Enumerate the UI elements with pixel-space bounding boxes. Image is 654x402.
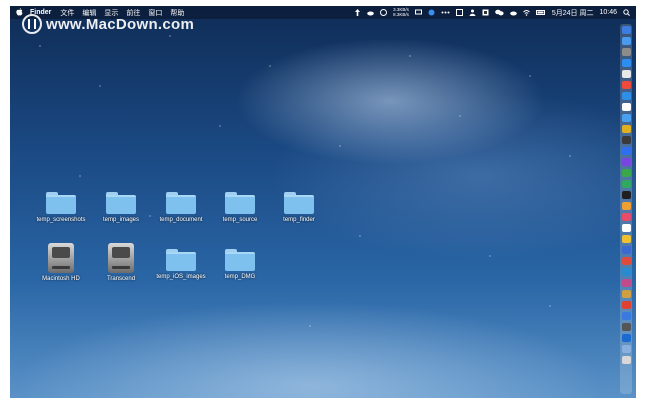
dock-app-icon[interactable] (621, 213, 631, 221)
desktop-item-label: Macintosh HD (42, 276, 80, 282)
dock-app-icon[interactable] (621, 279, 631, 287)
desktop-disk-macintosh-hd[interactable]: Macintosh HD (30, 243, 92, 283)
gauge-icon[interactable] (380, 9, 388, 16)
dock-app-icon[interactable] (621, 246, 631, 254)
watermark-text: www.MacDown.com (46, 15, 195, 33)
person-icon[interactable] (469, 9, 476, 16)
desktop-folder-temp-dmg[interactable]: temp_DMG (209, 249, 271, 281)
desktop-screen: Finder 文件 编辑 显示 前往 窗口 帮助 3.3KB/s 8.3KB/s… (10, 6, 636, 398)
desktop-folder-temp-ios-images[interactable]: temp_iOS_images (150, 249, 212, 281)
desktop-item-label: Transcend (106, 276, 136, 282)
more-dots-icon[interactable] (441, 9, 450, 16)
wechat-icon[interactable] (495, 9, 504, 16)
cloud-icon[interactable] (367, 9, 374, 16)
desktop-item-label: temp_screenshots (36, 217, 86, 223)
dock-app-icon[interactable] (621, 37, 631, 45)
dock-app-icon[interactable] (621, 48, 631, 56)
macdown-logo-icon (22, 14, 42, 34)
net-down-text: 8.3KB/s (393, 11, 409, 17)
folder-icon (166, 192, 196, 214)
dock-app-icon[interactable] (621, 114, 631, 122)
desktop-disk-transcend[interactable]: Transcend (90, 243, 152, 283)
desktop-item-label: temp_source (222, 217, 258, 223)
battery-icon[interactable] (535, 9, 546, 16)
blue-circle-icon[interactable] (428, 9, 435, 16)
dock-app-icon[interactable] (621, 301, 631, 309)
dock-app-icon[interactable] (621, 268, 631, 276)
dock-app-icon[interactable] (621, 356, 631, 364)
monitor-icon[interactable] (455, 9, 463, 16)
dock-app-icon[interactable] (621, 257, 631, 265)
network-speed[interactable]: 3.3KB/s 8.3KB/s (393, 7, 409, 17)
desktop-folder-temp-screenshots[interactable]: temp_screenshots (30, 192, 92, 224)
dock-app-icon[interactable] (621, 158, 631, 166)
dock-app-icon[interactable] (621, 26, 631, 34)
dock-app-icon[interactable] (621, 92, 631, 100)
upload-icon[interactable] (354, 9, 361, 16)
dock-app-icon[interactable] (621, 147, 631, 155)
desktop-folder-temp-images[interactable]: temp_images (90, 192, 152, 224)
wifi-icon[interactable] (522, 9, 530, 16)
desktop-folder-temp-finder[interactable]: temp_finder (268, 192, 330, 224)
dock-app-icon[interactable] (621, 191, 631, 199)
dock-app-icon[interactable] (621, 290, 631, 298)
dock-app-icon[interactable] (621, 334, 631, 342)
dock-app-icon[interactable] (621, 202, 631, 210)
dock-app-icon[interactable] (621, 224, 631, 232)
folder-icon (166, 249, 196, 271)
clock-date[interactable]: 5月24日 周二 (552, 8, 594, 18)
hard-drive-icon (48, 243, 74, 273)
search-icon[interactable] (623, 9, 630, 16)
folder-icon (225, 192, 255, 214)
watermark: www.MacDown.com (22, 13, 194, 35)
desktop-item-label: temp_finder (283, 217, 315, 223)
desktop-folder-temp-source[interactable]: temp_source (209, 192, 271, 224)
desktop-item-label: temp_document (159, 217, 203, 223)
dock-app-icon[interactable] (621, 312, 631, 320)
dock-app-icon[interactable] (621, 59, 631, 67)
dock-app-icon[interactable] (621, 81, 631, 89)
dock-app-icon[interactable] (621, 70, 631, 78)
cloud-icon[interactable] (510, 9, 517, 16)
desktop-item-label: temp_iOS_images (156, 274, 206, 280)
dock-app-icon[interactable] (621, 136, 631, 144)
folder-icon (106, 192, 136, 214)
desktop-item-label: temp_images (102, 217, 140, 223)
dock (620, 24, 632, 394)
dock-app-icon[interactable] (621, 345, 631, 353)
dock-app-icon[interactable] (621, 323, 631, 331)
dock-app-icon[interactable] (621, 180, 631, 188)
dock-app-icon[interactable] (621, 169, 631, 177)
dock-app-icon[interactable] (621, 103, 631, 111)
desktop-folder-temp-document[interactable]: temp_document (150, 192, 212, 224)
clock-time[interactable]: 10:46 (599, 9, 617, 16)
folder-icon (284, 192, 314, 214)
hard-drive-icon (108, 243, 134, 273)
screenshot-icon[interactable] (482, 9, 489, 16)
display-icon[interactable] (414, 9, 422, 16)
dock-app-icon[interactable] (621, 235, 631, 243)
folder-icon (225, 249, 255, 271)
folder-icon (46, 192, 76, 214)
desktop-item-label: temp_DMG (224, 274, 256, 280)
menu-extras: 3.3KB/s 8.3KB/s 5月24日 周二 10:46 (354, 6, 630, 19)
dock-app-icon[interactable] (621, 125, 631, 133)
